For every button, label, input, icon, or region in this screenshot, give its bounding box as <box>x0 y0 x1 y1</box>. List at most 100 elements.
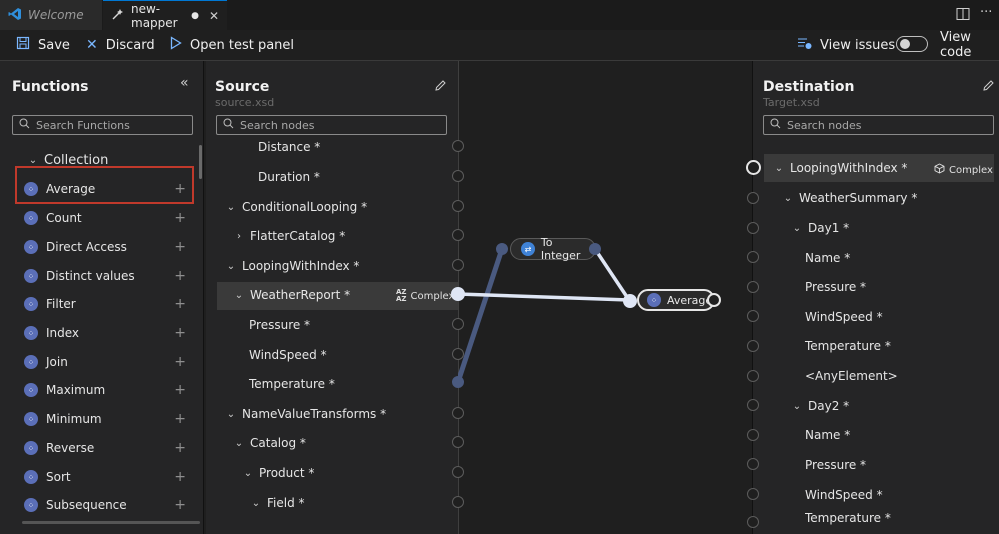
dest-handle[interactable] <box>747 281 759 293</box>
dest-node-windspeed[interactable]: WindSpeed * <box>805 482 883 508</box>
dest-node-windspeed[interactable]: WindSpeed * <box>805 304 883 330</box>
dest-node-loopingwithindex[interactable]: ⌄ LoopingWithIndex * <box>774 155 908 181</box>
source-node-weatherreport[interactable]: ⌄ WeatherReport * <box>234 282 350 308</box>
average-output-handle[interactable] <box>707 293 721 307</box>
function-item-minimum[interactable]: ⁘ Minimum + <box>24 406 196 432</box>
close-icon[interactable]: ✕ <box>209 9 219 23</box>
tab-new-mapper[interactable]: new-mapper ● ✕ <box>103 0 227 30</box>
dest-handle[interactable] <box>747 370 759 382</box>
source-node-product[interactable]: ⌄ Product * <box>243 460 315 486</box>
chevron-down-icon[interactable]: ⌄ <box>774 163 784 174</box>
dest-node-pressure[interactable]: Pressure * <box>805 452 866 478</box>
chevron-down-icon[interactable]: ⌄ <box>792 223 802 234</box>
function-item-reverse[interactable]: ⁘ Reverse + <box>24 435 196 461</box>
dest-node-temperature[interactable]: Temperature * <box>805 511 891 525</box>
functions-hscrollbar[interactable] <box>22 521 200 524</box>
save-button[interactable]: Save <box>16 30 70 60</box>
dest-node-day1[interactable]: ⌄ Day1 * <box>792 215 849 241</box>
discard-button[interactable]: ✕ Discard <box>86 30 155 60</box>
dest-handle[interactable] <box>747 222 759 234</box>
source-handle[interactable] <box>452 259 464 271</box>
source-handle[interactable] <box>452 318 464 330</box>
add-icon[interactable]: + <box>174 239 186 255</box>
chevron-down-icon[interactable]: ⌄ <box>234 438 244 449</box>
function-item-distinct-values[interactable]: ⁘ Distinct values + <box>24 263 196 289</box>
collapse-panel-icon[interactable]: « <box>180 75 189 91</box>
function-item-subsequence[interactable]: ⁘ Subsequence + <box>24 492 196 518</box>
add-icon[interactable]: + <box>174 382 186 398</box>
dest-handle[interactable] <box>747 251 759 263</box>
dest-handle[interactable] <box>747 192 759 204</box>
edit-pencil-icon[interactable] <box>434 79 447 95</box>
chevron-down-icon[interactable]: ⌄ <box>783 193 793 204</box>
to-integer-node[interactable]: ⇄ To Integer <box>510 236 596 262</box>
dest-node-day2[interactable]: ⌄ Day2 * <box>792 393 849 419</box>
add-icon[interactable]: + <box>174 440 186 456</box>
dest-handle[interactable] <box>747 399 759 411</box>
source-node-namevaluetransforms[interactable]: ⌄ NameValueTransforms * <box>226 401 386 427</box>
chevron-down-icon[interactable]: ⌄ <box>243 468 253 479</box>
view-code-toggle[interactable] <box>896 36 928 52</box>
chevron-down-icon[interactable]: ⌄ <box>251 498 261 509</box>
source-handle-connected[interactable] <box>452 376 464 388</box>
function-item-maximum[interactable]: ⁘ Maximum + <box>24 377 196 403</box>
source-handle[interactable] <box>452 200 464 212</box>
dest-handle[interactable] <box>747 310 759 322</box>
to-integer-input-handle[interactable] <box>496 243 508 255</box>
dest-node-temperature[interactable]: Temperature * <box>805 333 891 359</box>
loop-handle-icon[interactable] <box>452 496 464 508</box>
source-handle[interactable] <box>452 436 464 448</box>
chevron-right-icon[interactable]: › <box>234 231 244 242</box>
function-item-direct-access[interactable]: ⁘ Direct Access + <box>24 234 196 260</box>
function-item-sort[interactable]: ⁘ Sort + <box>24 464 196 490</box>
functions-scrollbar[interactable] <box>199 145 202 179</box>
split-editor-icon[interactable] <box>956 7 970 24</box>
dest-handle[interactable] <box>747 458 759 470</box>
add-icon[interactable]: + <box>174 210 186 226</box>
more-actions-icon[interactable]: ··· <box>980 5 992 20</box>
add-icon[interactable]: + <box>174 181 186 197</box>
source-handle[interactable] <box>452 140 464 152</box>
dest-handle[interactable] <box>747 516 759 528</box>
add-icon[interactable]: + <box>174 411 186 427</box>
source-node-temperature[interactable]: Temperature * <box>249 371 335 397</box>
source-node-field[interactable]: ⌄ Field * <box>251 490 305 516</box>
to-integer-output-handle[interactable] <box>589 243 601 255</box>
chevron-down-icon[interactable]: ⌄ <box>234 290 244 301</box>
add-icon[interactable]: + <box>174 469 186 485</box>
dest-node-name[interactable]: Name * <box>805 422 850 448</box>
add-icon[interactable]: + <box>174 497 186 513</box>
source-node-catalog[interactable]: ⌄ Catalog * <box>234 430 306 456</box>
dest-node-pressure[interactable]: Pressure * <box>805 274 866 300</box>
source-node-distance[interactable]: Distance * <box>258 134 320 160</box>
chevron-down-icon[interactable]: ⌄ <box>226 409 236 420</box>
mapping-canvas[interactable]: ⇄ To Integer ⁘ Average <box>451 61 752 534</box>
dest-node-anyelement[interactable]: <AnyElement> <box>805 363 898 389</box>
source-handle[interactable] <box>452 229 464 241</box>
dest-handle[interactable] <box>747 429 759 441</box>
dest-handle[interactable] <box>747 340 759 352</box>
chevron-down-icon[interactable]: ⌄ <box>792 401 802 412</box>
edit-pencil-icon[interactable] <box>982 79 995 95</box>
add-icon[interactable]: + <box>174 354 186 370</box>
tab-welcome[interactable]: Welcome <box>0 0 102 30</box>
source-node-duration[interactable]: Duration * <box>258 164 320 190</box>
source-handle[interactable] <box>452 170 464 182</box>
loop-handle-icon[interactable] <box>452 466 464 478</box>
source-node-pressure[interactable]: Pressure * <box>249 312 310 338</box>
dest-node-name[interactable]: Name * <box>805 245 850 271</box>
source-node-windspeed[interactable]: WindSpeed * <box>249 342 327 368</box>
chevron-down-icon[interactable]: ⌄ <box>226 202 236 213</box>
dest-node-weathersummary[interactable]: ⌄ WeatherSummary * <box>783 185 918 211</box>
source-node-flattercatalog[interactable]: › FlatterCatalog * <box>234 223 345 249</box>
average-input-handle[interactable] <box>623 294 637 308</box>
function-item-index[interactable]: ⁘ Index + <box>24 320 196 346</box>
chevron-down-icon[interactable]: ⌄ <box>226 261 236 272</box>
add-icon[interactable]: + <box>174 296 186 312</box>
average-node[interactable]: ⁘ Average <box>637 289 715 311</box>
function-item-filter[interactable]: ⁘ Filter + <box>24 291 196 317</box>
function-item-count[interactable]: ⁘ Count + <box>24 205 196 231</box>
function-item-average[interactable]: ⁘ Average + <box>24 176 196 202</box>
source-handle-connected[interactable] <box>451 287 465 301</box>
view-issues-button[interactable]: View issues <box>797 30 895 60</box>
